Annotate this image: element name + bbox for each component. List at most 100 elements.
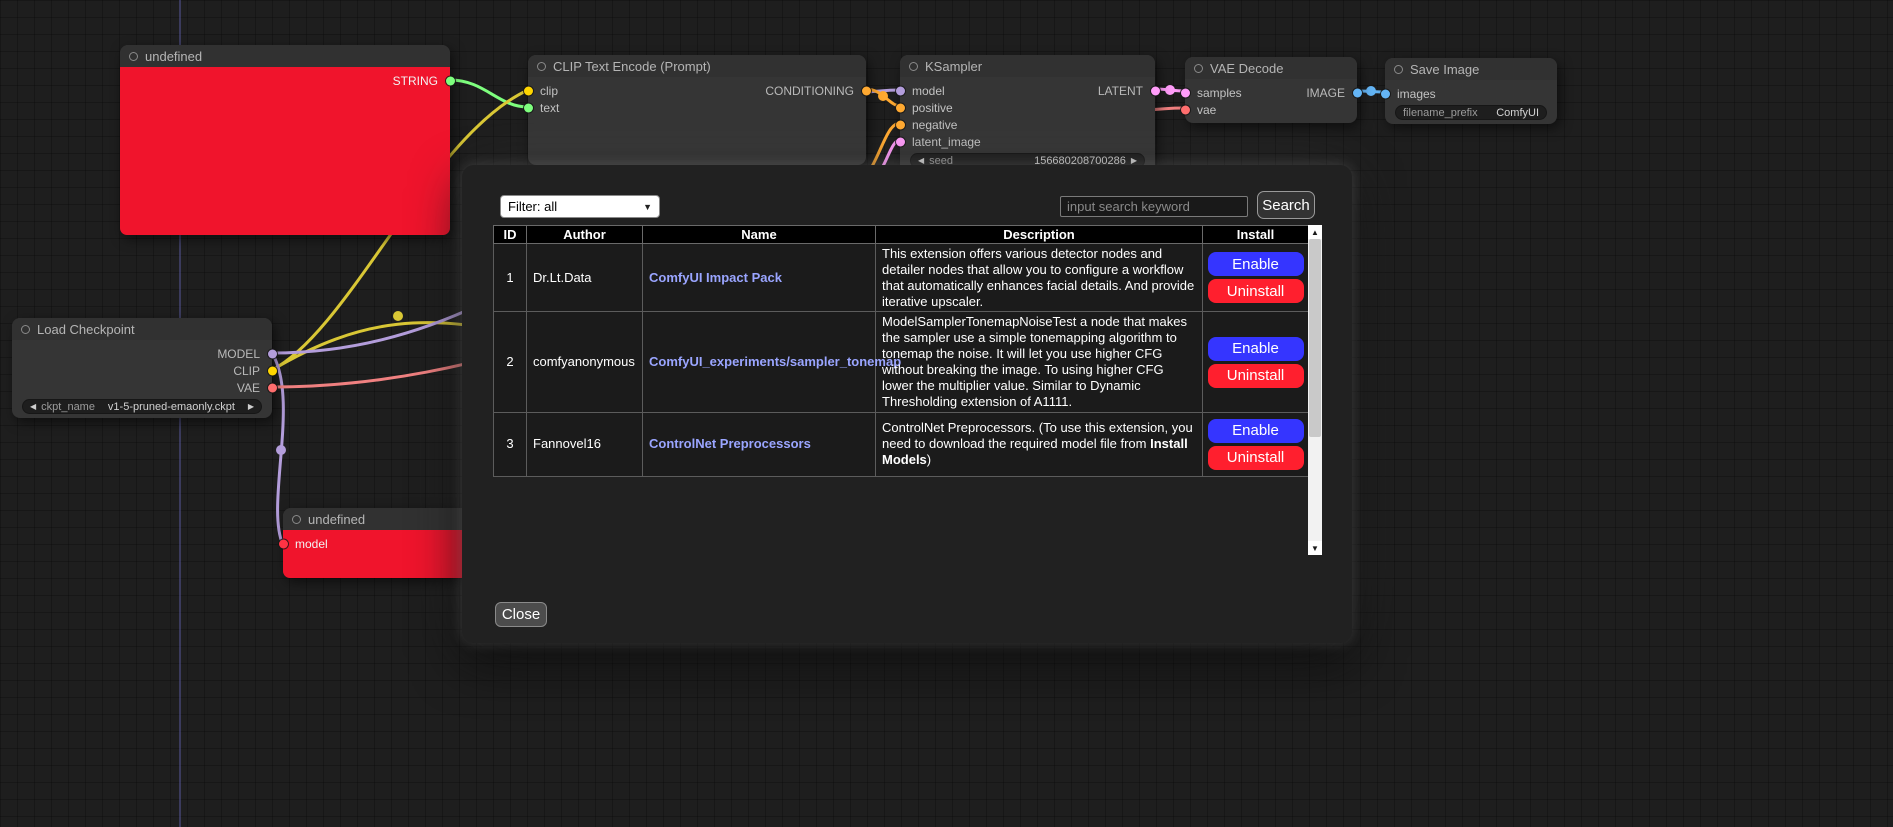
- widget-label: filename_prefix: [1403, 107, 1478, 119]
- node-ksampler[interactable]: KSampler model LATENT positive negative …: [900, 55, 1155, 180]
- filename-prefix-widget[interactable]: filename_prefix ComfyUI: [1395, 105, 1547, 120]
- uninstall-button[interactable]: Uninstall: [1208, 364, 1304, 388]
- extensions-table-container: ID Author Name Description Install 1 Dr.…: [493, 225, 1322, 555]
- node-title: VAE Decode: [1210, 61, 1283, 76]
- node-header[interactable]: undefined: [283, 508, 468, 530]
- node-body: model: [283, 530, 468, 578]
- slot-row: images: [1385, 85, 1557, 102]
- close-button[interactable]: Close: [495, 602, 547, 627]
- output-dot-string[interactable]: [446, 76, 455, 85]
- output-label: CLIP: [233, 364, 260, 378]
- output-dot-image[interactable]: [1353, 88, 1362, 97]
- output-dot-model[interactable]: [268, 349, 277, 358]
- search-input[interactable]: [1060, 196, 1248, 217]
- node-header[interactable]: undefined: [120, 45, 450, 67]
- input-label: images: [1397, 87, 1436, 101]
- description-text: ControlNet Preprocessors. (To use this e…: [882, 420, 1193, 451]
- node-body: samples IMAGE vae: [1185, 79, 1357, 118]
- extension-description: ControlNet Preprocessors. (To use this e…: [876, 412, 1203, 476]
- link-dot-model: [276, 445, 286, 455]
- wire-string-to-text: [450, 80, 528, 107]
- scroll-down-icon[interactable]: ▼: [1308, 541, 1322, 555]
- slot-row: model LATENT: [900, 82, 1155, 99]
- input-label: model: [912, 84, 945, 98]
- node-canvas[interactable]: undefined STRING CLIP Text Encode (Promp…: [0, 0, 1893, 827]
- column-header-install: Install: [1203, 226, 1309, 244]
- input-dot-images[interactable]: [1381, 89, 1390, 98]
- seed-increment-icon[interactable]: ▶: [1131, 156, 1137, 165]
- node-header[interactable]: Save Image: [1385, 58, 1557, 80]
- node-undefined-string[interactable]: undefined STRING: [120, 45, 450, 235]
- table-header-row: ID Author Name Description Install: [494, 226, 1309, 244]
- scroll-up-icon[interactable]: ▲: [1308, 225, 1322, 239]
- node-body: images filename_prefix ComfyUI: [1385, 80, 1557, 120]
- output-label: VAE: [237, 381, 260, 395]
- collapse-node-icon[interactable]: [129, 52, 138, 61]
- slot-row: VAE: [12, 379, 272, 396]
- ckpt-next-icon[interactable]: ▶: [248, 402, 254, 411]
- enable-button[interactable]: Enable: [1208, 252, 1304, 276]
- extension-name-link[interactable]: ControlNet Preprocessors: [643, 412, 876, 476]
- extensions-table: ID Author Name Description Install 1 Dr.…: [493, 225, 1309, 477]
- uninstall-button[interactable]: Uninstall: [1208, 279, 1304, 303]
- node-clip-text-encode[interactable]: CLIP Text Encode (Prompt) clip CONDITION…: [528, 55, 866, 165]
- link-dot-latent: [1165, 85, 1175, 95]
- node-undefined-model[interactable]: undefined model: [283, 508, 468, 578]
- node-save-image[interactable]: Save Image images filename_prefix ComfyU…: [1385, 58, 1557, 124]
- collapse-node-icon[interactable]: [21, 325, 30, 334]
- uninstall-button[interactable]: Uninstall: [1208, 446, 1304, 470]
- ckpt-prev-icon[interactable]: ◀: [30, 402, 36, 411]
- node-header[interactable]: CLIP Text Encode (Prompt): [528, 55, 866, 77]
- input-dot-model[interactable]: [279, 539, 288, 548]
- input-dot-latent-image[interactable]: [896, 137, 905, 146]
- search-button[interactable]: Search: [1257, 191, 1315, 219]
- table-row: 3 Fannovel16 ControlNet Preprocessors Co…: [494, 412, 1309, 476]
- output-dot-latent[interactable]: [1151, 86, 1160, 95]
- input-label: clip: [540, 84, 558, 98]
- input-dot-vae[interactable]: [1181, 105, 1190, 114]
- widget-value: v1-5-pruned-emaonly.ckpt: [108, 401, 235, 413]
- extension-author: comfyanonymous: [527, 312, 643, 412]
- widget-label: ckpt_name: [41, 401, 95, 413]
- output-dot-vae[interactable]: [268, 383, 277, 392]
- filter-dropdown[interactable]: Filter: all ▼: [500, 195, 660, 218]
- collapse-node-icon[interactable]: [909, 62, 918, 71]
- input-dot-model[interactable]: [896, 86, 905, 95]
- node-header[interactable]: Load Checkpoint: [12, 318, 272, 340]
- install-cell: Enable Uninstall: [1203, 312, 1309, 412]
- node-vae-decode[interactable]: VAE Decode samples IMAGE vae: [1185, 57, 1357, 123]
- input-dot-negative[interactable]: [896, 120, 905, 129]
- node-body: clip CONDITIONING text: [528, 77, 866, 116]
- extension-name-link[interactable]: ComfyUI_experiments/sampler_tonemap: [643, 312, 876, 412]
- enable-button[interactable]: Enable: [1208, 419, 1304, 443]
- input-dot-clip[interactable]: [524, 86, 533, 95]
- link-dot-conditioning: [878, 91, 888, 101]
- input-dot-text[interactable]: [524, 103, 533, 112]
- collapse-node-icon[interactable]: [1194, 64, 1203, 73]
- output-dot-clip[interactable]: [268, 366, 277, 375]
- collapse-node-icon[interactable]: [537, 62, 546, 71]
- slot-row: model: [283, 535, 468, 552]
- custom-nodes-dialog: Filter: all ▼ Search ID Author Name Desc…: [462, 165, 1352, 643]
- input-dot-samples[interactable]: [1181, 88, 1190, 97]
- filter-selected-value: Filter: all: [508, 199, 557, 214]
- node-load-checkpoint[interactable]: Load Checkpoint MODEL CLIP VAE ◀ ckpt_na…: [12, 318, 272, 418]
- table-scrollbar[interactable]: ▲ ▼: [1308, 225, 1322, 555]
- output-label: IMAGE: [1306, 86, 1345, 100]
- extension-name-link[interactable]: ComfyUI Impact Pack: [643, 244, 876, 312]
- enable-button[interactable]: Enable: [1208, 337, 1304, 361]
- scrollbar-thumb[interactable]: [1309, 239, 1321, 437]
- collapse-node-icon[interactable]: [1394, 65, 1403, 74]
- node-body: STRING: [120, 67, 450, 235]
- ckpt-name-widget[interactable]: ◀ ckpt_name v1-5-pruned-emaonly.ckpt ▶: [22, 399, 262, 414]
- collapse-node-icon[interactable]: [292, 515, 301, 524]
- slot-row: latent_image: [900, 133, 1155, 150]
- install-cell: Enable Uninstall: [1203, 412, 1309, 476]
- output-dot-conditioning[interactable]: [862, 86, 871, 95]
- seed-decrement-icon[interactable]: ◀: [918, 156, 924, 165]
- extension-description: ModelSamplerTonemapNoiseTest a node that…: [876, 312, 1203, 412]
- input-dot-positive[interactable]: [896, 103, 905, 112]
- node-header[interactable]: VAE Decode: [1185, 57, 1357, 79]
- output-label: LATENT: [1098, 84, 1143, 98]
- node-header[interactable]: KSampler: [900, 55, 1155, 77]
